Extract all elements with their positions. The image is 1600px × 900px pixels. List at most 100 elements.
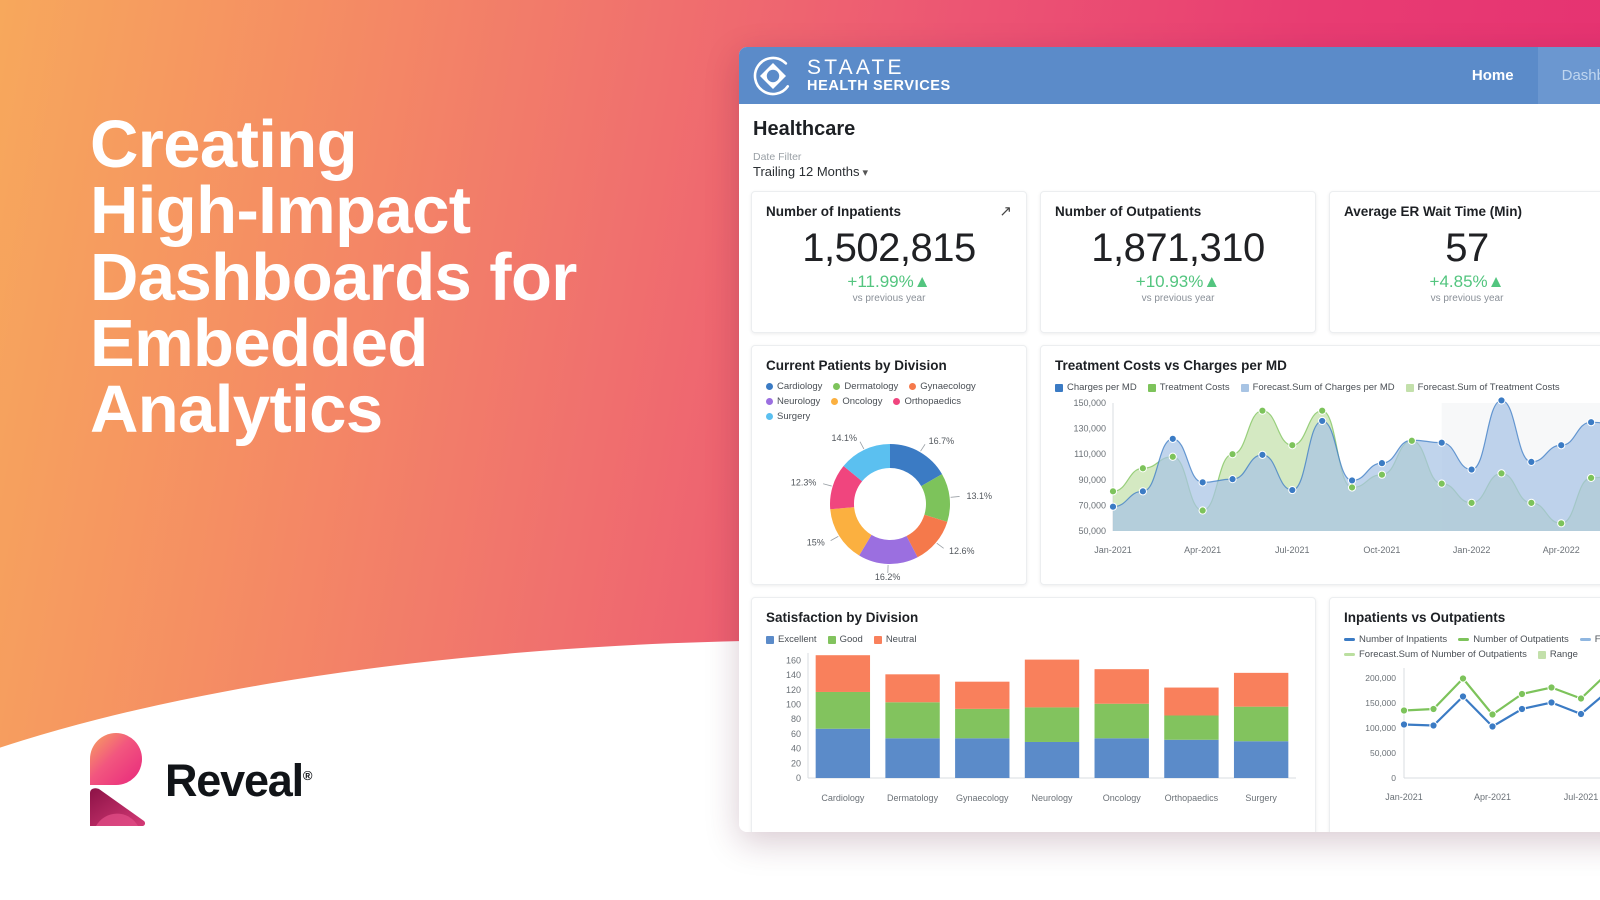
data-point[interactable] [1547,683,1556,692]
kpi-card-inpatients[interactable]: Number of Inpatients ↗ 1,502,815 +11.99%… [751,191,1027,333]
legend-item[interactable]: Oncology [831,396,882,407]
bar-segment[interactable] [885,738,940,778]
chart-card-treatment-costs[interactable]: Treatment Costs vs Charges per MD Charge… [1040,345,1600,585]
data-point[interactable] [1576,694,1586,703]
legend-item[interactable]: Surgery [766,411,810,422]
data-point[interactable] [1497,396,1506,405]
data-point[interactable] [1258,406,1267,415]
data-point[interactable] [1458,692,1468,701]
bar-segment[interactable] [1024,741,1080,778]
bar-segment[interactable] [1164,739,1219,778]
data-point[interactable] [1547,698,1556,707]
bar-segment[interactable] [1233,672,1289,707]
bar-segment[interactable] [1233,706,1289,742]
data-point[interactable] [1318,406,1327,415]
data-point[interactable] [1399,720,1409,729]
data-point[interactable] [1497,469,1506,478]
bar-segment[interactable] [1164,715,1219,740]
legend-item[interactable]: Neurology [766,396,820,407]
legend-item[interactable]: Number of Outpatients [1458,634,1569,645]
data-point[interactable] [1527,498,1536,507]
data-point[interactable] [1437,438,1446,447]
data-point[interactable] [1377,470,1387,479]
legend-item[interactable]: Treatment Costs [1147,382,1230,393]
data-point[interactable] [1587,418,1596,427]
stacked-bar-chart[interactable]: 0 20 40 60 80 100 120 140 160 Cardiology Dermatolo… [766,645,1303,820]
data-point[interactable] [1228,450,1237,459]
data-point[interactable] [1318,416,1327,426]
data-point[interactable] [1587,473,1596,482]
bar-segment[interactable] [815,728,871,778]
data-point[interactable] [1347,483,1357,492]
legend-item[interactable]: Cardiology [766,381,822,392]
bar-segment[interactable] [1094,669,1149,704]
data-point[interactable] [1576,709,1586,719]
legend-item[interactable]: Excellent [766,634,817,645]
bar-segment[interactable] [1094,703,1149,739]
data-point[interactable] [1138,487,1147,496]
date-filter[interactable]: Date Filter Trailing 12 Months ▾ [739,141,1600,179]
data-point[interactable] [1557,519,1566,528]
chart-card-patients-by-division[interactable]: Current Patients by Division Cardiology D… [751,345,1027,585]
nav-link-home[interactable]: Home [1448,47,1538,104]
chart-card-inpatients-vs-outpatients[interactable]: Inpatients vs Outpatients Number of Inpa… [1329,597,1600,832]
data-point[interactable] [1437,479,1446,488]
data-point[interactable] [1517,704,1527,714]
data-point[interactable] [1467,498,1476,507]
bar-segment[interactable] [1024,659,1080,708]
data-point[interactable] [1228,475,1237,484]
legend-item[interactable]: Orthopaedics [893,396,961,407]
area-chart[interactable]: 50,000 70,000 90,000 110,000 130,000 150,000 J… [1055,393,1600,565]
expand-icon[interactable]: ↗ [999,204,1012,219]
legend-item[interactable]: Dermatology [833,381,898,392]
bar-segment[interactable] [955,681,1010,709]
date-filter-value[interactable]: Trailing 12 Months ▾ [753,164,1600,179]
legend-item[interactable]: Charges per MD [1055,382,1137,393]
data-point[interactable] [1288,485,1297,495]
data-point[interactable] [1108,502,1118,511]
data-point[interactable] [1407,436,1416,445]
bar-segment[interactable] [815,655,871,692]
data-point[interactable] [1527,457,1536,466]
legend-item[interactable]: Gynaecology [909,381,976,392]
data-point[interactable] [1258,450,1267,459]
data-point[interactable] [1517,689,1527,699]
data-point[interactable] [1467,465,1476,474]
bar-segment[interactable] [815,691,871,729]
legend-item[interactable]: Neutral [873,634,916,645]
legend-item[interactable]: Range [1537,649,1578,660]
data-point[interactable] [1138,464,1147,473]
bar-segment[interactable] [885,674,940,703]
data-point[interactable] [1399,706,1409,715]
bar-segment[interactable] [1024,707,1080,742]
legend-item[interactable]: Foreca [1579,634,1600,645]
line-chart[interactable]: 0 50,000 100,000 150,000 200,000 Jan-2021 Apr-… [1344,660,1600,823]
nav-link-dashboard[interactable]: Dashboard [1537,47,1600,104]
data-point[interactable] [1488,710,1497,719]
data-point[interactable] [1557,441,1566,450]
data-point[interactable] [1108,487,1118,496]
legend-item[interactable]: Forecast.Sum of Number of Outpatients [1344,649,1527,660]
legend-item[interactable]: Good [827,634,863,645]
data-point[interactable] [1347,476,1357,485]
data-point[interactable] [1288,441,1297,450]
bar-segment[interactable] [1164,687,1219,716]
data-point[interactable] [1429,704,1438,714]
data-point[interactable] [1198,506,1207,515]
data-point[interactable] [1168,452,1177,461]
chart-card-satisfaction[interactable]: Satisfaction by Division Excellent Good Ne… [751,597,1316,832]
bar-segment[interactable] [1233,741,1289,778]
data-point[interactable] [1458,674,1468,683]
data-point[interactable] [1377,459,1387,468]
kpi-card-er-wait-time[interactable]: Average ER Wait Time (Min) 57 +4.85%▲ vs… [1329,191,1600,333]
bar-segment[interactable] [955,738,1010,778]
kpi-card-outpatients[interactable]: Number of Outpatients 1,871,310 +10.93%▲… [1040,191,1316,333]
data-point[interactable] [1198,478,1207,487]
data-point[interactable] [1429,721,1438,730]
legend-item[interactable]: Forecast.Sum of Charges per MD [1240,382,1395,393]
bar-segment[interactable] [1094,738,1149,778]
bar-segment[interactable] [955,708,1010,739]
donut-chart[interactable]: 16.7% 13.1% 12.6% 16.2% 15% 12.3% 14.1% [766,424,1012,590]
legend-item[interactable]: Forecast.Sum of Treatment Costs [1405,382,1560,393]
data-point[interactable] [1488,722,1497,731]
